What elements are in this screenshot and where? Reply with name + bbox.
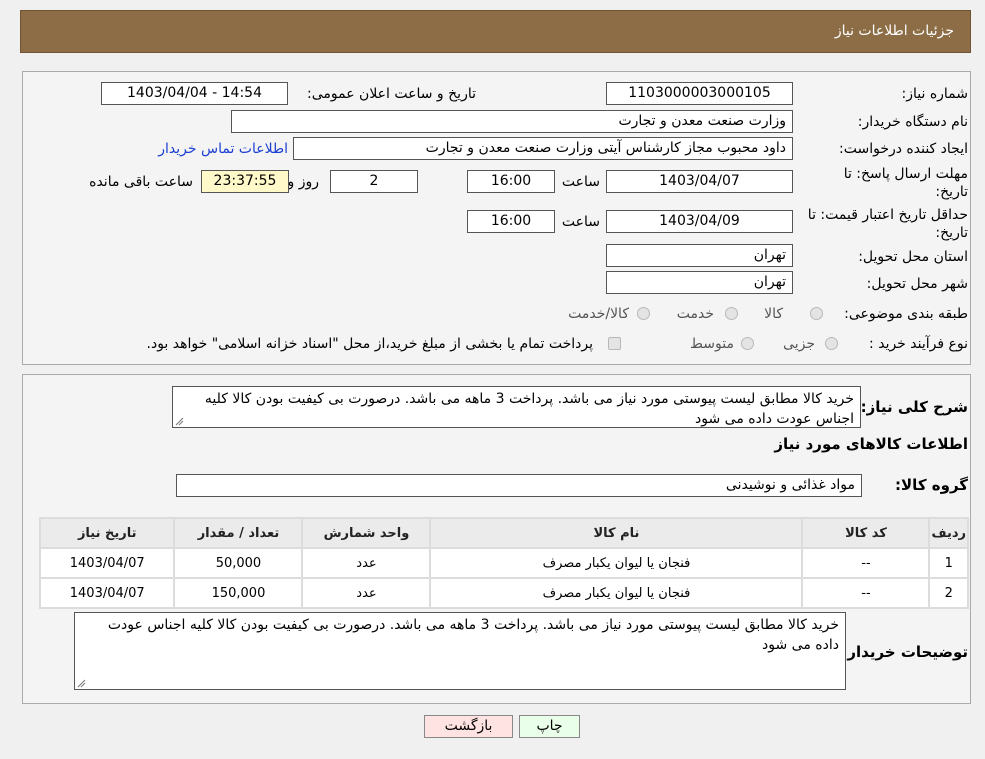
buyer-notes-label: توضیحات خریدار: <box>841 643 968 661</box>
deadline-label: مهلت ارسال پاسخ: تا <box>843 166 968 182</box>
row-number: 2 <box>930 579 967 607</box>
print-button[interactable]: چاپ <box>519 715 580 738</box>
col-date: تاریخ نیاز <box>41 519 174 547</box>
category-service-radio[interactable] <box>725 307 738 320</box>
goods-group-label: گروه کالا: <box>895 476 968 494</box>
item-quantity: 150,000 <box>175 579 302 607</box>
resize-grip-icon[interactable] <box>175 417 184 426</box>
need-number-field: 1103000003000105 <box>606 82 793 105</box>
summary-textarea[interactable]: خرید کالا مطابق لیست پیوستی مورد نیاز می… <box>172 386 861 428</box>
validity-label-2: تاریخ: <box>935 225 968 241</box>
page-title: جزئیات اطلاعات نیاز <box>834 23 954 39</box>
process-minor-label: جزیی <box>783 336 815 352</box>
deadline-label-2: تاریخ: <box>935 184 968 200</box>
table-row: 2 -- فنجان یا لیوان یکبار مصرف عدد 150,0… <box>41 579 967 607</box>
process-medium-radio[interactable] <box>741 337 754 350</box>
goods-table-header: ردیف کد کالا نام کالا واحد شمارش تعداد /… <box>41 519 967 547</box>
col-name: نام کالا <box>431 519 802 547</box>
payment-note: پرداخت تمام یا بخشی از مبلغ خرید،از محل … <box>146 336 593 352</box>
city-label: شهر محل تحویل: <box>866 276 968 292</box>
validity-label: حداقل تاریخ اعتبار قیمت: تا <box>807 207 968 223</box>
process-minor-radio[interactable] <box>825 337 838 350</box>
process-label: نوع فرآیند خرید : <box>869 336 968 352</box>
category-goods-service-radio[interactable] <box>637 307 650 320</box>
province-field: تهران <box>606 244 793 267</box>
item-unit: عدد <box>303 549 430 577</box>
item-code: -- <box>803 549 929 577</box>
col-row: ردیف <box>930 519 967 547</box>
validity-date-field: 1403/04/09 <box>606 210 793 233</box>
item-quantity: 50,000 <box>175 549 302 577</box>
category-goods-label: کالا <box>764 306 783 322</box>
buyer-notes-textarea[interactable]: خرید کالا مطابق لیست پیوستی مورد نیاز می… <box>74 612 846 690</box>
validity-time-field: 16:00 <box>467 210 555 233</box>
validity-time-label: ساعت <box>561 214 600 230</box>
announce-field: 1403/04/04 - 14:54 <box>101 82 288 105</box>
deadline-date-field: 1403/04/07 <box>606 170 793 193</box>
category-label: طبقه بندی موضوعی: <box>844 306 968 322</box>
goods-table-wrap: ردیف کد کالا نام کالا واحد شمارش تعداد /… <box>39 517 969 609</box>
category-goods-radio[interactable] <box>810 307 823 320</box>
process-medium-label: متوسط <box>690 336 734 352</box>
summary-label: شرح کلی نیاز: <box>860 398 968 416</box>
buyer-org-label: نام دستگاه خریدار: <box>857 114 968 130</box>
col-code: کد کالا <box>803 519 929 547</box>
deadline-time-field: 16:00 <box>467 170 555 193</box>
item-date: 1403/04/07 <box>41 549 174 577</box>
item-unit: عدد <box>303 579 430 607</box>
resize-grip-icon[interactable] <box>77 679 86 688</box>
province-label: استان محل تحویل: <box>858 249 968 265</box>
days-field: 2 <box>330 170 418 193</box>
buyer-contact-link[interactable]: اطلاعات تماس خریدار <box>158 141 288 157</box>
page-header: جزئیات اطلاعات نیاز <box>20 10 971 53</box>
buyer-org-field: وزارت صنعت معدن و تجارت <box>231 110 793 133</box>
category-goods-service-label: کالا/خدمت <box>568 306 629 322</box>
remaining-label: ساعت باقی مانده <box>89 174 193 190</box>
creator-field: داود محبوب مجاز کارشناس آیتی وزارت صنعت … <box>293 137 793 160</box>
creator-label: ایجاد کننده درخواست: <box>839 141 968 157</box>
city-field: تهران <box>606 271 793 294</box>
item-code: -- <box>803 579 929 607</box>
back-button[interactable]: بازگشت <box>424 715 513 738</box>
treasury-payment-checkbox[interactable] <box>608 337 621 350</box>
category-service-label: خدمت <box>676 306 714 322</box>
need-number-label: شماره نیاز: <box>901 86 969 102</box>
deadline-time-label: ساعت <box>561 174 600 190</box>
announce-label: تاریخ و ساعت اعلان عمومی: <box>307 86 476 102</box>
item-name: فنجان یا لیوان یکبار مصرف <box>431 549 802 577</box>
remaining-time-field: 23:37:55 <box>201 170 289 193</box>
goods-group-field: مواد غذائی و نوشیدنی <box>176 474 862 497</box>
col-quantity: تعداد / مقدار <box>175 519 302 547</box>
item-date: 1403/04/07 <box>41 579 174 607</box>
goods-table: ردیف کد کالا نام کالا واحد شمارش تعداد /… <box>39 517 969 609</box>
row-number: 1 <box>930 549 967 577</box>
item-name: فنجان یا لیوان یکبار مصرف <box>431 579 802 607</box>
goods-section-title: اطلاعات کالاهای مورد نیاز <box>774 435 968 453</box>
table-row: 1 -- فنجان یا لیوان یکبار مصرف عدد 50,00… <box>41 549 967 577</box>
days-label: روز و <box>287 174 320 190</box>
col-unit: واحد شمارش <box>303 519 430 547</box>
